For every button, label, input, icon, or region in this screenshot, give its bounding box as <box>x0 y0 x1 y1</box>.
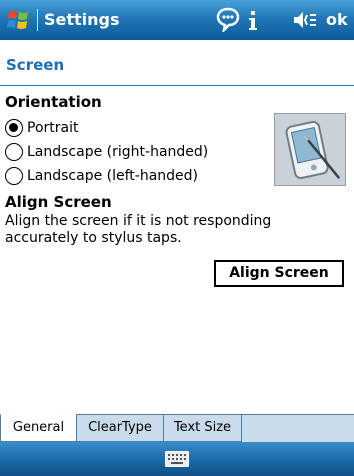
page-heading: Screen <box>0 40 354 86</box>
title-separator <box>37 9 38 31</box>
device-illustration <box>274 113 346 186</box>
radio-label: Portrait <box>27 120 79 136</box>
radio-landscape-right[interactable]: Landscape (right-handed) <box>5 141 208 163</box>
orientation-heading: Orientation <box>5 93 102 111</box>
message-bubble-icon[interactable] <box>216 6 240 32</box>
tab-text-size[interactable]: Text Size <box>163 414 242 442</box>
radio-button[interactable] <box>5 119 23 137</box>
windows-start-icon[interactable] <box>6 8 32 32</box>
radio-button[interactable] <box>5 143 23 161</box>
align-heading: Align Screen <box>5 193 112 211</box>
radio-label: Landscape (left-handed) <box>27 168 199 184</box>
radio-portrait[interactable]: Portrait <box>5 117 78 139</box>
radio-label: Landscape (right-handed) <box>27 144 209 160</box>
speaker-icon[interactable] <box>292 10 318 30</box>
align-description: Align the screen if it is not responding… <box>5 213 272 246</box>
signal-icon[interactable] <box>246 9 260 31</box>
radio-landscape-left[interactable]: Landscape (left-handed) <box>5 165 198 187</box>
keyboard-icon[interactable] <box>165 451 189 467</box>
menu-bar <box>0 442 354 476</box>
title-bar: Settings ok <box>0 0 354 40</box>
tab-cleartype[interactable]: ClearType <box>76 414 164 442</box>
tab-strip: General ClearType Text Size <box>0 414 354 443</box>
window-title: Settings <box>44 10 120 29</box>
ok-button[interactable]: ok <box>326 8 348 32</box>
radio-button[interactable] <box>5 167 23 185</box>
align-screen-button[interactable]: Align Screen <box>214 260 344 287</box>
page-title: Screen <box>6 56 65 74</box>
tab-general[interactable]: General <box>0 414 77 442</box>
